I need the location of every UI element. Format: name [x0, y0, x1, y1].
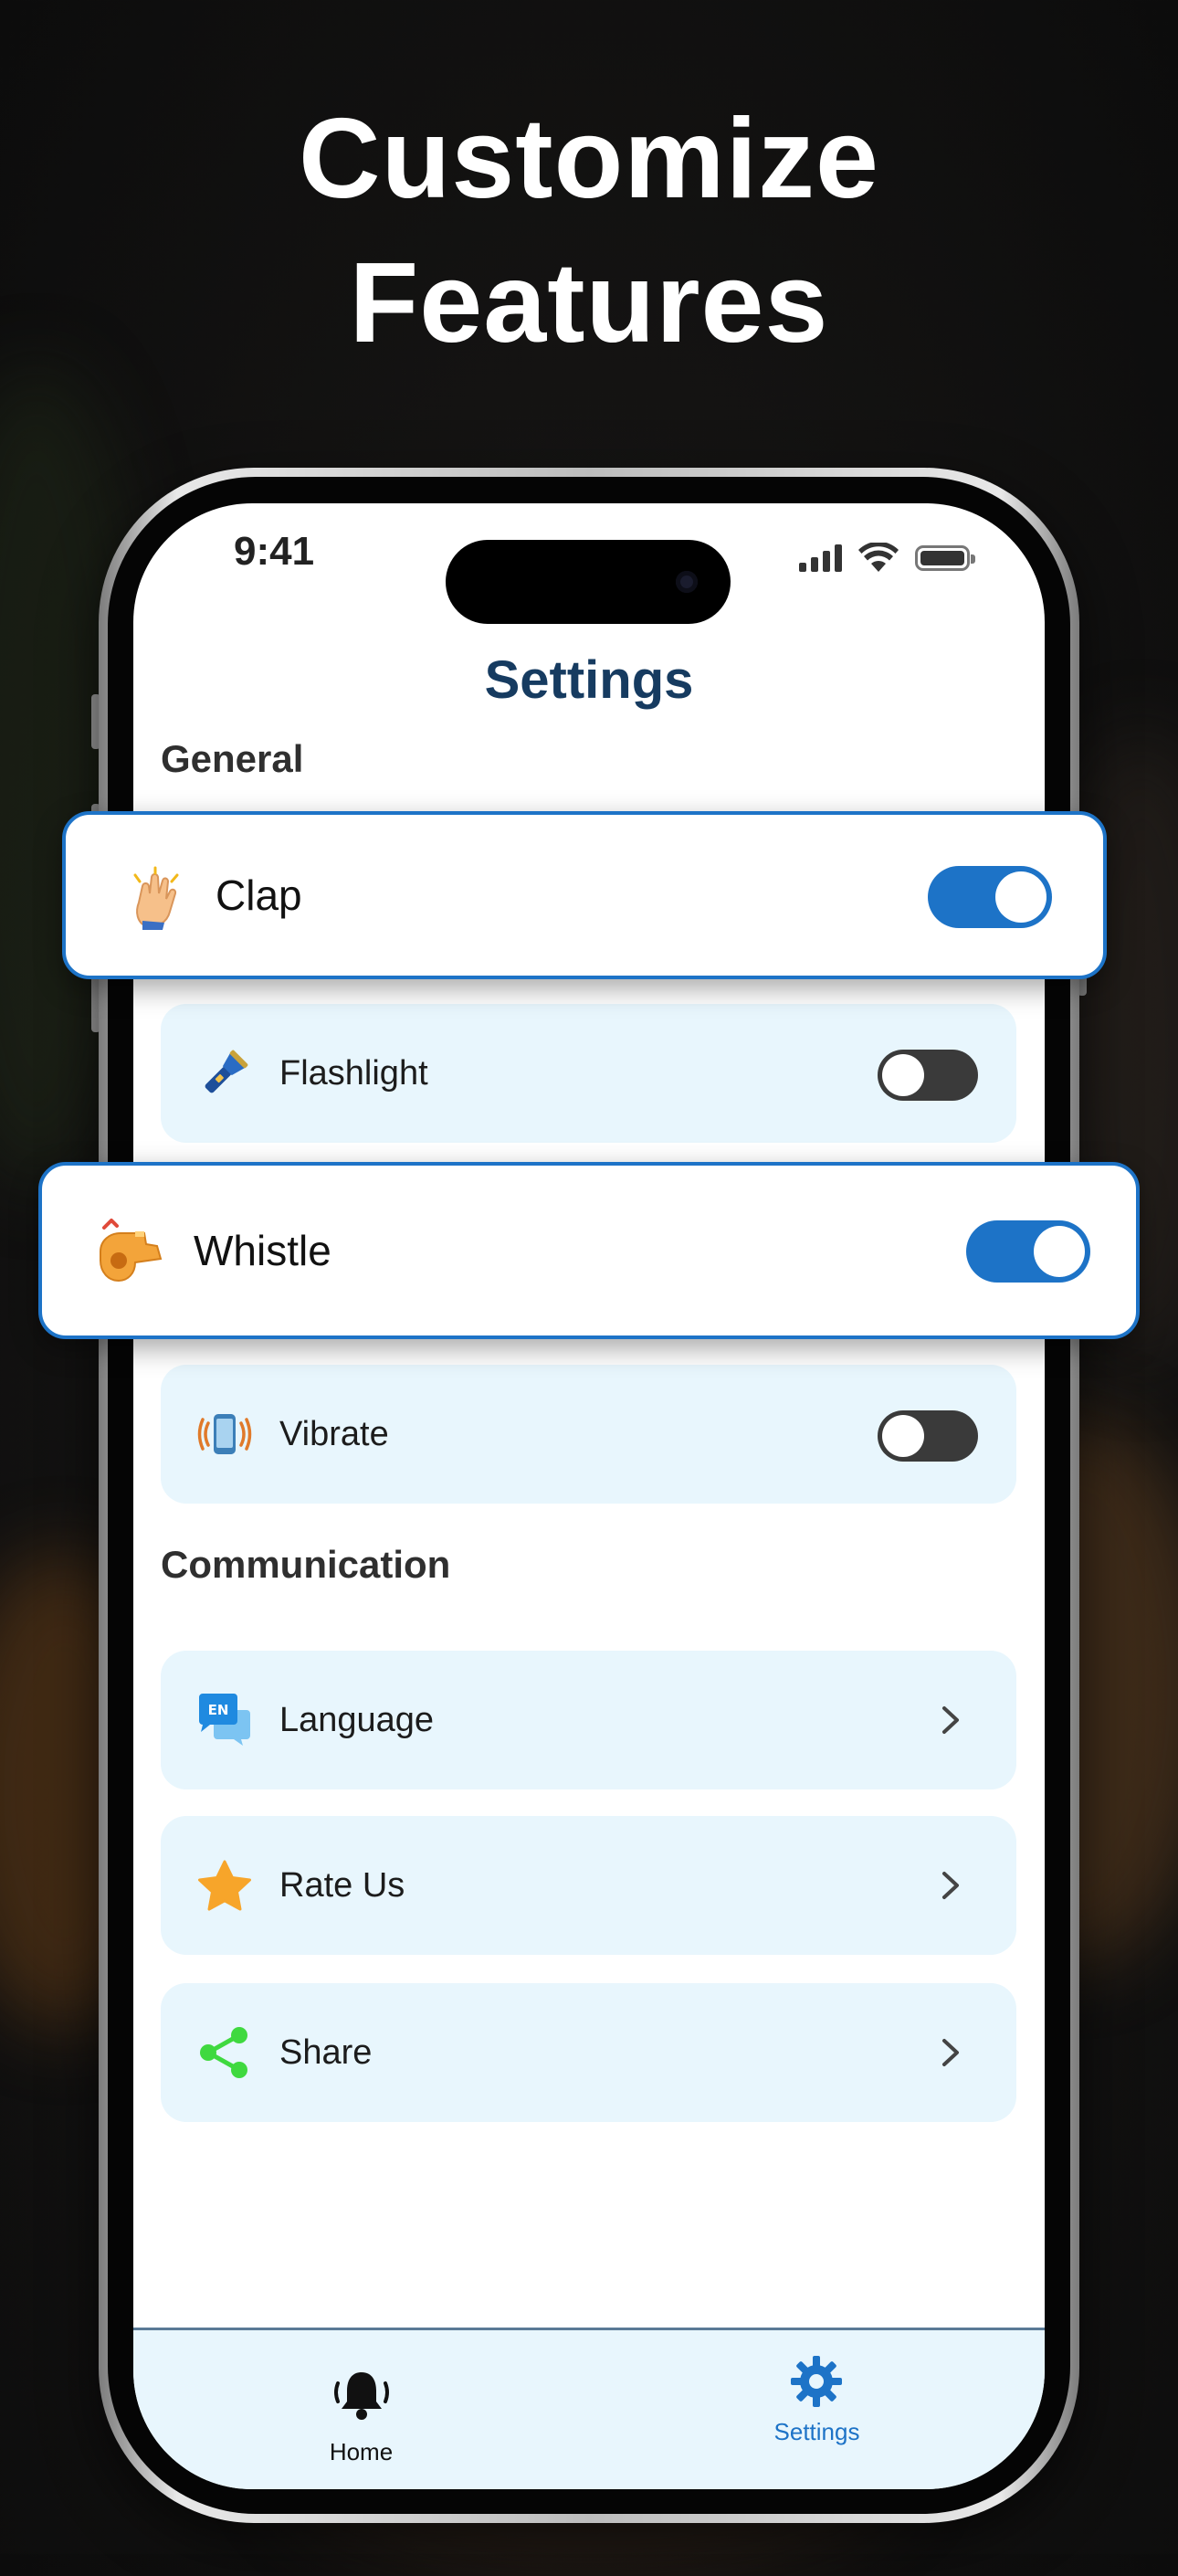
headline-line-2: Features	[349, 240, 829, 366]
flashlight-icon	[197, 1046, 252, 1101]
settings-row-label: Share	[279, 2033, 373, 2072]
signal-icon	[799, 544, 842, 572]
page-title: Settings	[484, 650, 694, 710]
settings-row-flashlight[interactable]: Flashlight	[161, 1004, 1016, 1143]
featured-row-clap[interactable]: Clap	[62, 811, 1107, 979]
whistle-icon	[93, 1219, 166, 1292]
settings-row-label: Rate Us	[279, 1866, 405, 1905]
status-icons	[799, 540, 975, 576]
chevron-right-icon	[942, 1706, 959, 1734]
section-title-communication: Communication	[161, 1543, 451, 1586]
settings-row-vibrate[interactable]: Vibrate	[161, 1365, 1016, 1504]
vibrate-icon	[197, 1407, 252, 1462]
whistle-toggle[interactable]	[966, 1220, 1090, 1283]
chevron-right-icon	[942, 2039, 959, 2066]
headline: Customize Features	[0, 87, 1178, 375]
share-icon	[197, 2025, 252, 2080]
tab-label-home: Home	[329, 2438, 394, 2465]
battery-icon	[915, 545, 975, 571]
bell-icon	[334, 2372, 389, 2420]
featured-row-label: Clap	[216, 871, 302, 919]
gear-icon	[791, 2356, 842, 2407]
settings-row-share[interactable]: Share	[161, 1983, 1016, 2122]
status-time: 9:41	[234, 529, 315, 574]
settings-row-label: Flashlight	[279, 1054, 428, 1093]
tab-settings[interactable]: Settings	[589, 2330, 1045, 2489]
flashlight-toggle[interactable]	[878, 1050, 978, 1101]
language-badge: EN	[208, 1702, 229, 1718]
phone-screen: 9:41 Settings General Flashlight Vibrate…	[133, 503, 1045, 2489]
wifi-icon	[858, 543, 899, 572]
settings-row-label: Vibrate	[279, 1415, 389, 1453]
vibrate-toggle[interactable]	[878, 1410, 978, 1462]
chevron-right-icon	[942, 1872, 959, 1899]
headline-line-1: Customize	[299, 96, 879, 222]
section-title-general: General	[161, 737, 304, 780]
settings-row-language[interactable]: EN Language	[161, 1651, 1016, 1789]
featured-row-label: Whistle	[194, 1227, 331, 1274]
settings-row-rate-us[interactable]: Rate Us	[161, 1816, 1016, 1955]
featured-row-whistle[interactable]: Whistle	[38, 1162, 1140, 1339]
clap-icon	[122, 866, 188, 932]
language-icon: EN	[197, 1693, 252, 1747]
tab-home[interactable]: Home	[133, 2330, 589, 2489]
star-icon	[197, 1858, 252, 1913]
camera-icon	[676, 571, 698, 593]
clap-toggle[interactable]	[928, 866, 1052, 928]
settings-row-label: Language	[279, 1701, 435, 1739]
tab-bar: Home Settings	[133, 2328, 1045, 2489]
tab-label-settings: Settings	[773, 2418, 860, 2445]
dynamic-island	[446, 540, 731, 624]
